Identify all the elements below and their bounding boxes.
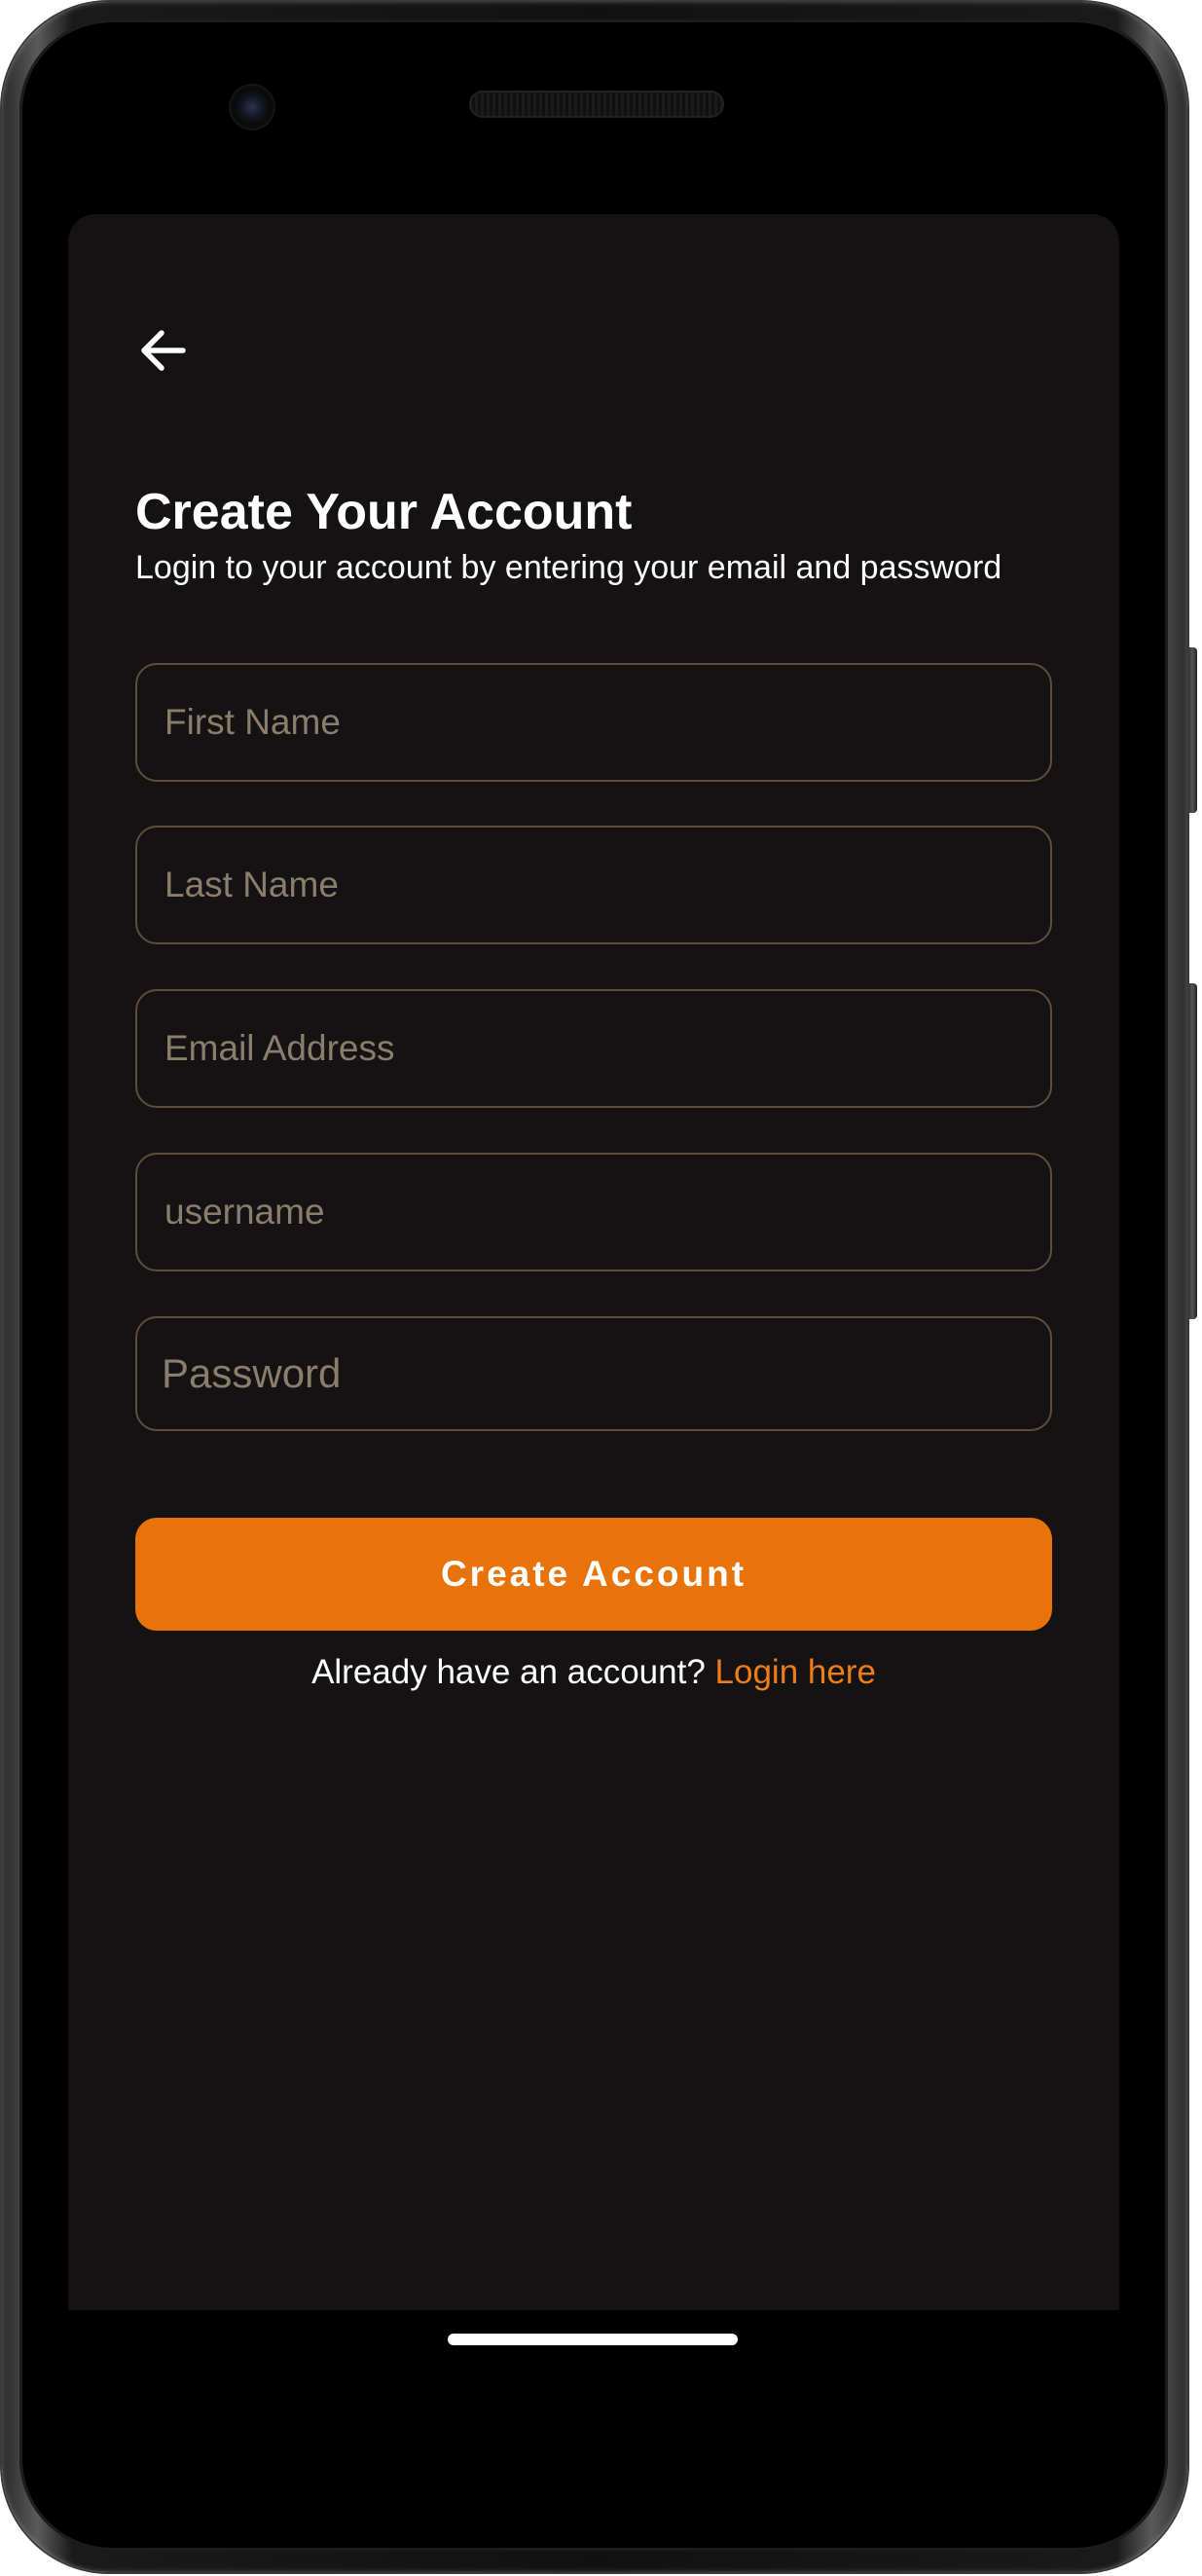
power-button (1187, 647, 1197, 813)
last-name-field[interactable] (135, 826, 1052, 944)
page-subtitle: Login to your account by entering your e… (135, 549, 1002, 586)
email-field[interactable] (135, 989, 1052, 1108)
username-field[interactable] (135, 1153, 1052, 1271)
create-account-button[interactable]: Create Account (135, 1518, 1052, 1631)
earpiece-speaker (469, 91, 724, 118)
first-name-field[interactable] (135, 663, 1052, 782)
app-screen: Create Your Account Login to your accoun… (68, 214, 1119, 2310)
password-field[interactable] (135, 1316, 1052, 1431)
back-button[interactable] (131, 319, 194, 382)
home-indicator[interactable] (448, 2334, 738, 2345)
login-prompt-text: Already have an account? (311, 1653, 715, 1691)
login-prompt-row: Already have an account? Login here (68, 1653, 1119, 1692)
front-camera (231, 86, 273, 129)
arrow-left-icon (141, 330, 186, 371)
phone-device: Create Your Account Login to your accoun… (0, 0, 1202, 2576)
login-link[interactable]: Login here (715, 1653, 876, 1691)
volume-button (1187, 983, 1197, 1319)
page-title: Create Your Account (135, 484, 633, 540)
